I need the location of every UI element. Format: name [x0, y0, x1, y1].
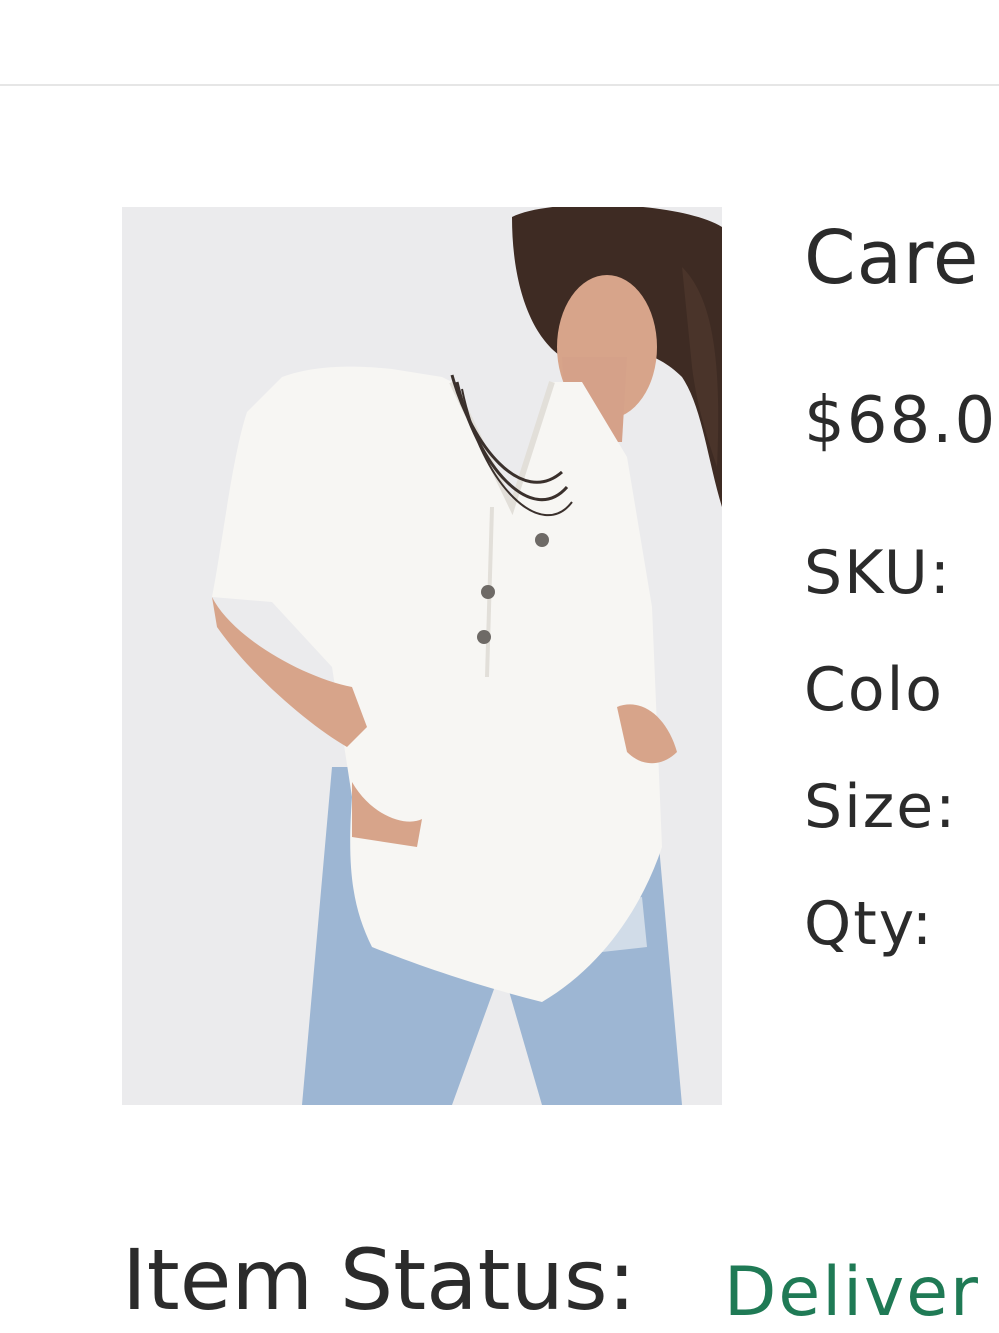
product-details: Care $68.0 SKU: Colo Size: Qty:: [804, 0, 999, 1000]
sku-label: SKU:: [804, 538, 952, 608]
item-status-label: Item Status:: [122, 1232, 636, 1329]
qty-label: Qty:: [804, 889, 935, 959]
item-status-value: Deliver: [724, 1253, 981, 1332]
order-item-page: Care $68.0 SKU: Colo Size: Qty: Item Sta…: [0, 0, 999, 1333]
size-label: Size:: [804, 772, 958, 842]
color-label: Colo: [804, 655, 944, 725]
product-photo: [122, 207, 722, 1105]
product-image[interactable]: [122, 207, 722, 1105]
product-price: $68.0: [804, 384, 998, 458]
item-status-row: Item Status: Deliver: [122, 1232, 999, 1333]
product-name-link[interactable]: Care: [804, 217, 979, 299]
